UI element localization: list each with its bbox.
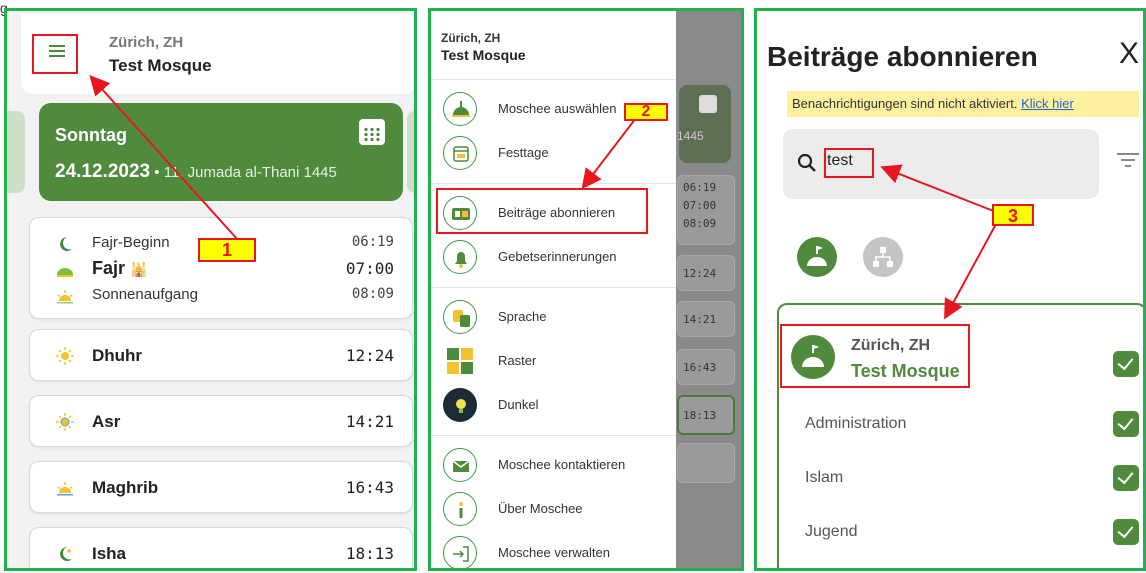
- annotation-number: 2: [624, 103, 668, 121]
- annotation-arrows: [89, 75, 997, 320]
- annotation-number: 3: [992, 204, 1034, 226]
- annotation-number: 1: [198, 238, 256, 262]
